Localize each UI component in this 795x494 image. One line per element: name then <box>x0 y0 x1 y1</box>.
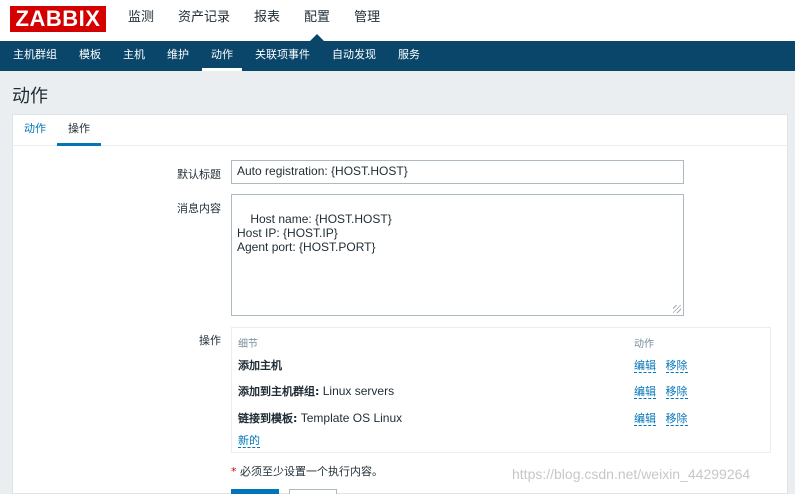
details-column-header: 细节 <box>238 339 258 350</box>
message-textarea[interactable]: Host name: {HOST.HOST} Host IP: {HOST.IP… <box>231 194 684 316</box>
operation-value: Template OS Linux <box>297 411 403 425</box>
main-nav-configuration[interactable]: 配置 <box>296 0 338 41</box>
sub-nav-templates[interactable]: 模板 <box>70 41 110 71</box>
page-title: 动作 <box>12 86 48 107</box>
subject-label: 默认标题 <box>177 168 221 181</box>
sub-nav-maintenance[interactable]: 维护 <box>158 41 198 71</box>
tab-action[interactable]: 动作 <box>13 115 57 146</box>
required-text: 必须至少设置一个执行内容。 <box>236 465 383 478</box>
operation-row-text: 添加主机 <box>238 357 282 373</box>
operation-type: 添加主机 <box>238 359 282 372</box>
edit-link[interactable]: 编辑 <box>634 359 656 373</box>
operation-row-text: 添加到主机群组: Linux servers <box>238 383 394 399</box>
top-header: ZABBIX 监测 资产记录 报表 配置 管理 <box>0 0 795 41</box>
operation-type: 添加到主机群组: <box>238 385 320 398</box>
action-column-header: 动作 <box>634 339 654 350</box>
main-nav-reports[interactable]: 报表 <box>246 0 288 41</box>
main-nav-monitoring[interactable]: 监测 <box>120 0 162 41</box>
new-operation-link[interactable]: 新的 <box>238 434 260 448</box>
operation-actions: 编辑 移除 <box>634 357 694 373</box>
sub-nav-discovery[interactable]: 自动发现 <box>323 41 385 71</box>
clone-button[interactable] <box>289 489 337 494</box>
edit-link[interactable]: 编辑 <box>634 385 656 399</box>
zabbix-logo[interactable]: ZABBIX <box>10 6 106 32</box>
remove-link[interactable]: 移除 <box>665 359 688 373</box>
sub-nav-host-groups[interactable]: 主机群组 <box>4 41 66 71</box>
sub-nav-event-correlation[interactable]: 关联项事件 <box>246 41 319 71</box>
message-text: Host name: {HOST.HOST} Host IP: {HOST.IP… <box>237 212 392 254</box>
required-note: * 必须至少设置一个执行内容。 <box>231 463 383 479</box>
main-nav-inventory[interactable]: 资产记录 <box>170 0 238 41</box>
form-panel: 动作 操作 默认标题 Auto registration: {HOST.HOST… <box>12 114 788 494</box>
sub-nav-services[interactable]: 服务 <box>389 41 429 71</box>
tab-bar: 动作 操作 <box>13 115 787 146</box>
edit-link[interactable]: 编辑 <box>634 412 656 426</box>
operations-table: 细节 动作 添加主机 编辑 移除 添加到主机群组: Linux servers … <box>231 327 771 453</box>
remove-link[interactable]: 移除 <box>665 412 688 426</box>
operation-actions: 编辑 移除 <box>634 383 694 399</box>
new-operation-row: 新的 <box>238 432 260 448</box>
sub-nav-hosts[interactable]: 主机 <box>114 41 154 71</box>
subject-input[interactable]: Auto registration: {HOST.HOST} <box>231 160 684 184</box>
main-nav: 监测 资产记录 报表 配置 管理 <box>120 0 396 41</box>
operation-actions: 编辑 移除 <box>634 410 694 426</box>
watermark: https://blog.csdn.net/weixin_44299264 <box>512 466 751 482</box>
remove-link[interactable]: 移除 <box>665 385 688 399</box>
operations-label: 操作 <box>199 334 221 347</box>
sub-nav-actions[interactable]: 动作 <box>202 41 242 71</box>
update-button[interactable] <box>231 489 279 494</box>
sub-nav: 主机群组 模板 主机 维护 动作 关联项事件 自动发现 服务 <box>0 41 795 71</box>
tab-operations[interactable]: 操作 <box>57 115 101 146</box>
resize-handle[interactable] <box>673 305 681 313</box>
message-label: 消息内容 <box>177 202 221 215</box>
main-nav-administration[interactable]: 管理 <box>346 0 388 41</box>
operation-row-text: 链接到模板: Template OS Linux <box>238 410 402 426</box>
operation-type: 链接到模板: <box>238 412 298 425</box>
operation-value: Linux servers <box>319 384 395 398</box>
